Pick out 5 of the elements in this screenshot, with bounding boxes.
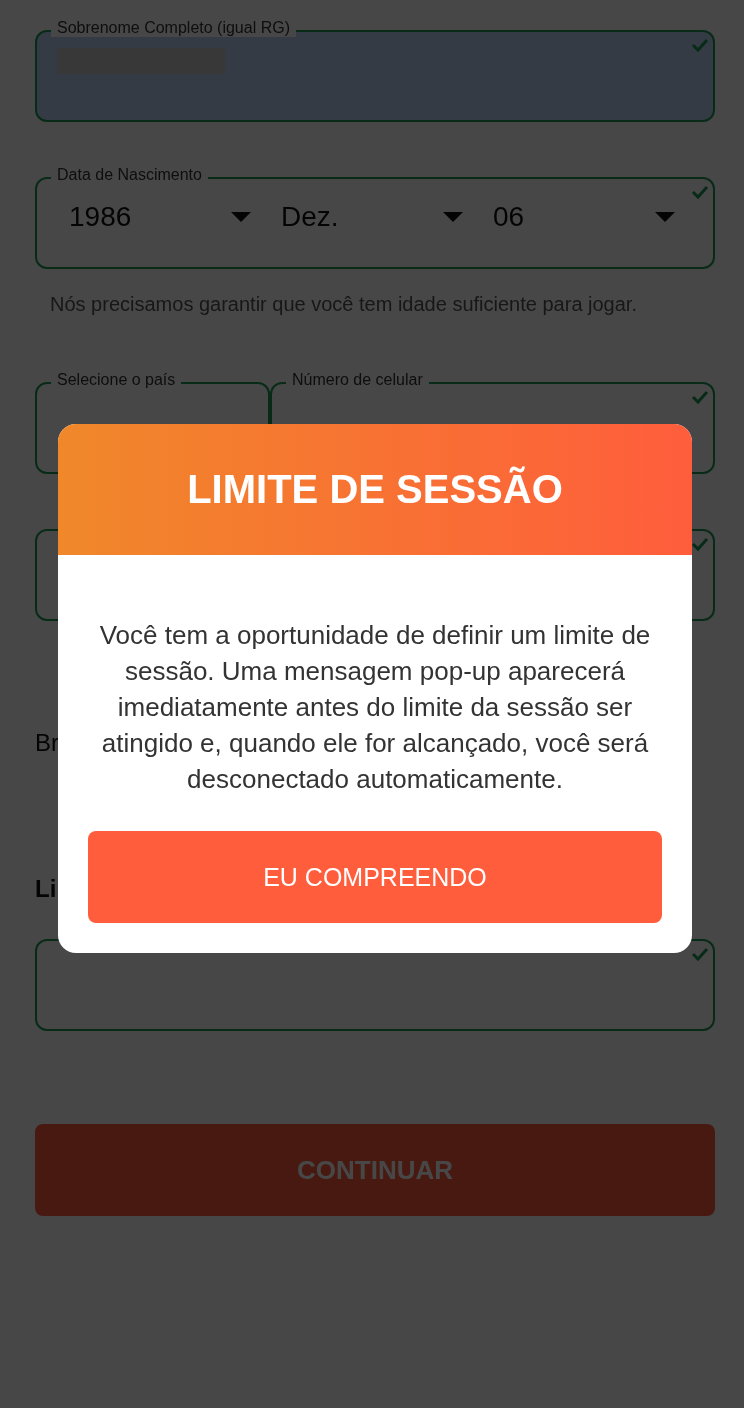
body-text: Br bbox=[35, 728, 59, 758]
modal-message: Você tem a oportunidade de definir um limite de sessão. Uma mensagem pop-up aparecerá imediatamente antes do limite da sessão ser atingido e, quando ele for alcançado, você será desconectado automaticamente. bbox=[98, 619, 652, 796]
section-heading: Li bbox=[35, 874, 57, 904]
modal-title: LIMITE DE SESSÃO bbox=[187, 467, 563, 512]
understand-button[interactable]: EU COMPREENDO bbox=[88, 831, 662, 923]
